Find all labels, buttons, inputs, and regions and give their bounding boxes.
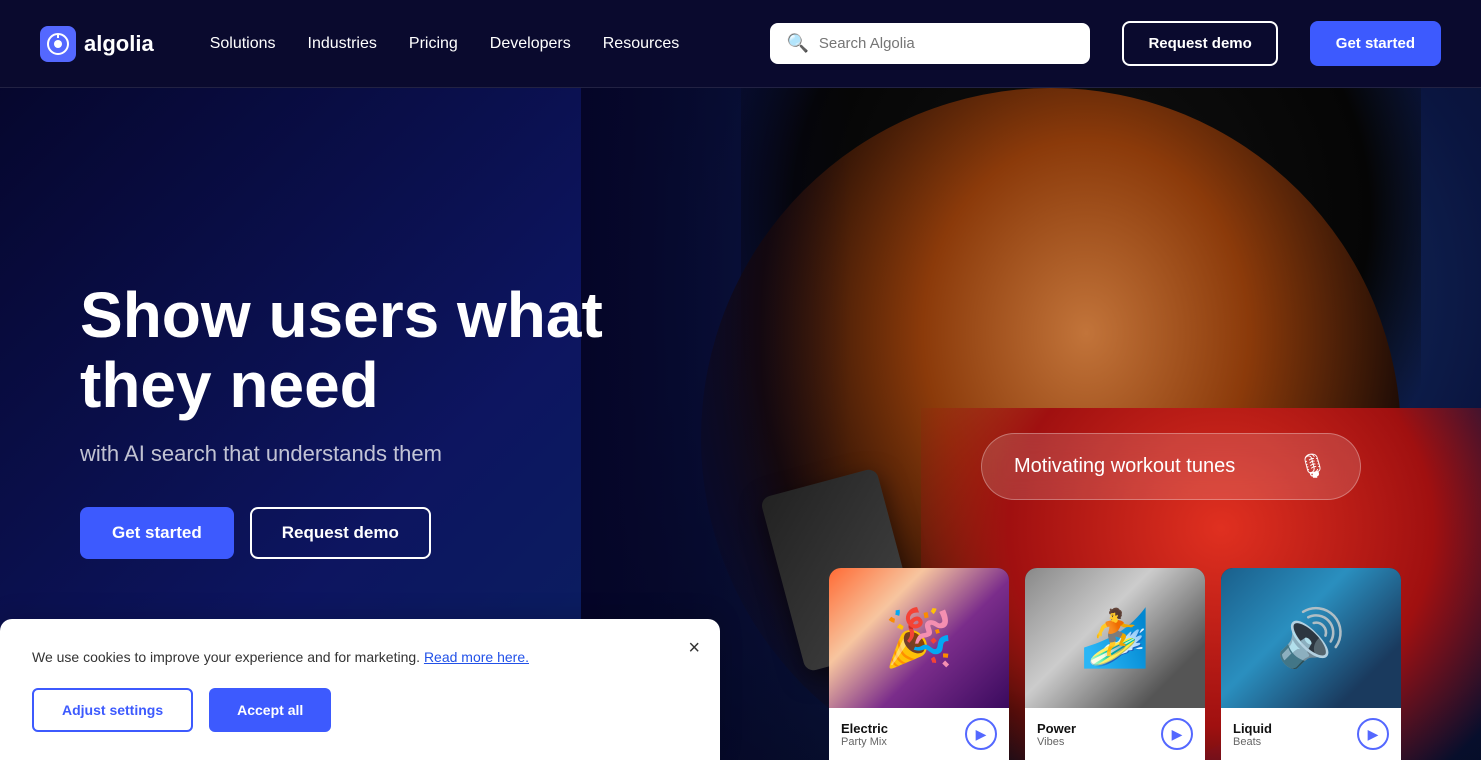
hero-subtext: with AI search that understands them <box>80 441 580 467</box>
hero-get-started-button[interactable]: Get started <box>80 507 234 559</box>
music-card-1-emoji: 🎉 <box>884 605 954 671</box>
adjust-settings-button[interactable]: Adjust settings <box>32 688 193 732</box>
search-icon: 🔍 <box>786 33 808 54</box>
cookie-close-button[interactable]: × <box>688 637 700 660</box>
music-card-3-image: 🔊 <box>1221 568 1401 708</box>
music-card-1-image: 🎉 <box>829 568 1009 708</box>
music-card-3-emoji: 🔊 <box>1276 605 1346 671</box>
nav-industries[interactable]: Industries <box>308 35 377 53</box>
music-card-2-play[interactable]: ▶ <box>1161 718 1193 750</box>
nav-developers[interactable]: Developers <box>490 35 571 53</box>
music-card-3-info: Liquid Beats ▶ <box>1221 708 1401 760</box>
music-card-2-image: 🏄 <box>1025 568 1205 708</box>
search-input[interactable] <box>819 35 1075 52</box>
search-bubble: Motivating workout tunes 🎙 <box>981 433 1361 500</box>
cookie-text-main: We use cookies to improve your experienc… <box>32 649 420 665</box>
hero-buttons: Get started Request demo <box>80 507 603 559</box>
music-cards: 🎉 Electric Party Mix ▶ 🏄 Power Vibes ▶ <box>829 568 1401 760</box>
music-card-3-title: Liquid Beats <box>1233 721 1272 748</box>
cookie-actions: Adjust settings Accept all <box>32 688 688 732</box>
logo-text: algolia <box>84 31 154 57</box>
request-demo-button[interactable]: Request demo <box>1122 21 1277 66</box>
navbar: algolia Solutions Industries Pricing Dev… <box>0 0 1481 88</box>
nav-links: Solutions Industries Pricing Developers … <box>210 35 680 53</box>
music-card-1-play[interactable]: ▶ <box>965 718 997 750</box>
music-card-1-info: Electric Party Mix ▶ <box>829 708 1009 760</box>
music-card-3-play[interactable]: ▶ <box>1357 718 1389 750</box>
nav-solutions[interactable]: Solutions <box>210 35 276 53</box>
search-bar: 🔍 <box>770 23 1090 64</box>
cookie-read-more-link[interactable]: Read more here. <box>424 649 529 665</box>
music-card-1-subtitle: Party Mix <box>841 736 888 748</box>
get-started-button[interactable]: Get started <box>1310 21 1441 66</box>
music-card-1-title: Electric Party Mix <box>841 721 888 748</box>
nav-pricing[interactable]: Pricing <box>409 35 458 53</box>
cookie-banner: × We use cookies to improve your experie… <box>0 619 720 760</box>
music-card-1: 🎉 Electric Party Mix ▶ <box>829 568 1009 760</box>
music-card-2-title: Power Vibes <box>1037 721 1076 748</box>
music-card-2-emoji: 🏄 <box>1080 605 1150 671</box>
music-card-2-info: Power Vibes ▶ <box>1025 708 1205 760</box>
music-card-3-subtitle: Beats <box>1233 736 1272 748</box>
logo[interactable]: algolia <box>40 26 154 62</box>
hero-headline: Show users what they need <box>80 280 603 421</box>
logo-icon <box>40 26 76 62</box>
hero-request-demo-button[interactable]: Request demo <box>250 507 431 559</box>
music-card-2: 🏄 Power Vibes ▶ <box>1025 568 1205 760</box>
cookie-text: We use cookies to improve your experienc… <box>32 647 688 668</box>
bubble-search-text: Motivating workout tunes <box>1014 455 1235 478</box>
hero-content: Show users what they need with AI search… <box>80 280 603 559</box>
microphone-icon[interactable]: 🎙 <box>1298 452 1328 481</box>
music-card-2-subtitle: Vibes <box>1037 736 1076 748</box>
music-card-3: 🔊 Liquid Beats ▶ <box>1221 568 1401 760</box>
accept-all-button[interactable]: Accept all <box>209 688 331 732</box>
nav-resources[interactable]: Resources <box>603 35 679 53</box>
